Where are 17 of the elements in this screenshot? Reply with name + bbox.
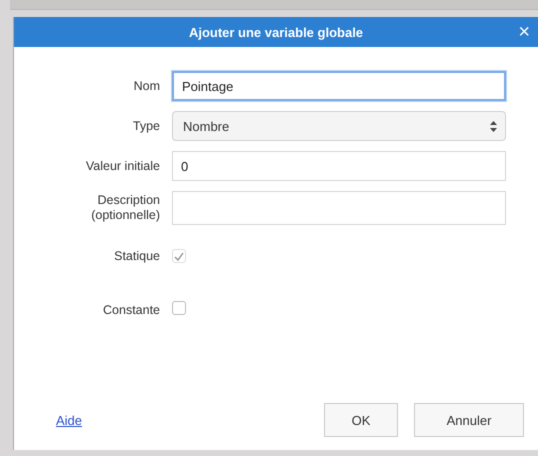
text-field[interactable]: 0: [172, 151, 506, 181]
field-label: Nom: [134, 78, 160, 94]
type-dropdown[interactable]: Nombre: [172, 111, 506, 141]
help-link[interactable]: Aide: [56, 412, 82, 428]
field-label: Statique: [114, 248, 160, 264]
cancel-button[interactable]: Annuler: [414, 403, 524, 437]
updown-icon: [490, 120, 497, 132]
checkbox[interactable]: [172, 301, 186, 315]
field-label: Valeur initiale: [86, 158, 160, 174]
description-field[interactable]: [172, 191, 506, 225]
close-button[interactable]: ×: [516, 22, 532, 42]
text-field[interactable]: Pointage: [172, 71, 506, 101]
ok-button[interactable]: OK: [324, 403, 398, 437]
field-label: Type: [132, 118, 160, 134]
dialog-title: Ajouter une variable globale: [188, 24, 364, 40]
field-label: Description (optionnelle): [90, 193, 160, 223]
field-label: Constante: [103, 303, 160, 318]
